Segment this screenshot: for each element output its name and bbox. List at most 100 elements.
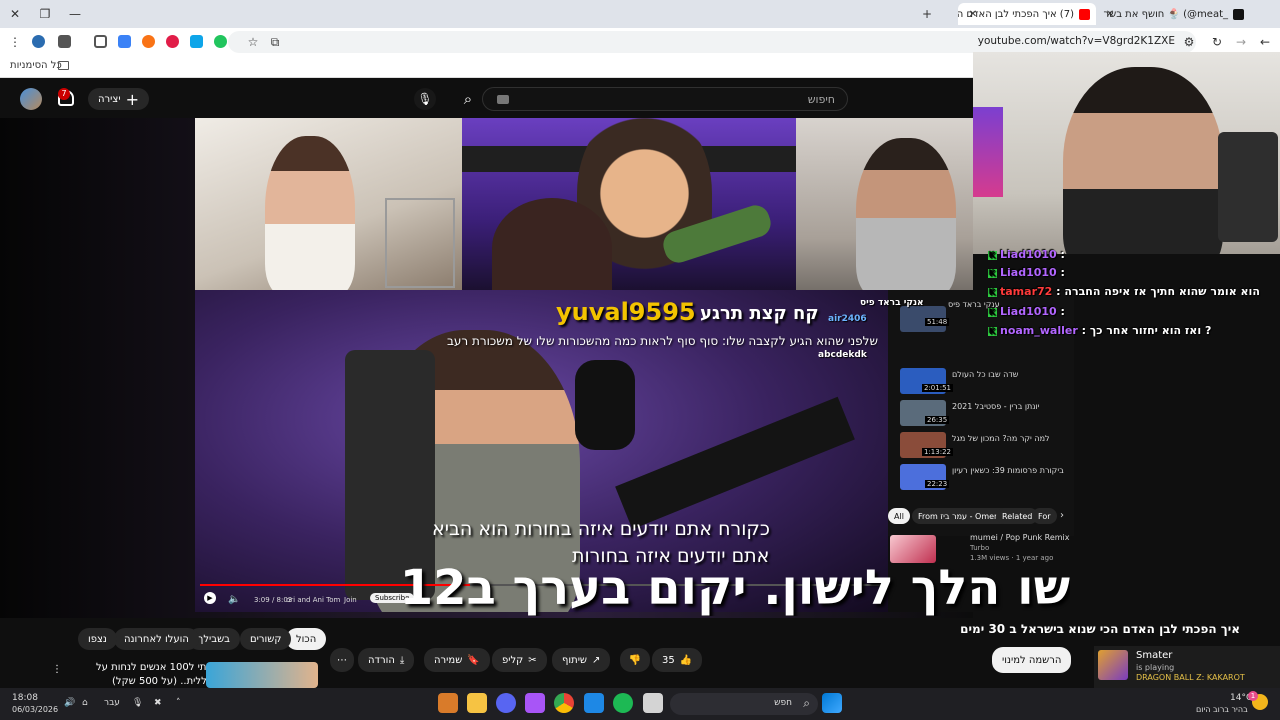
player-join-button[interactable]: Join (344, 596, 357, 604)
avatar[interactable] (20, 88, 42, 110)
tiktok-favicon-icon (1233, 8, 1244, 20)
extension-icon[interactable] (214, 35, 227, 48)
subscribe-button[interactable]: הרשמה למינוי (992, 647, 1072, 673)
site-settings-icon[interactable]: ⚙ (1178, 31, 1200, 53)
share-label: שיתוף (562, 654, 588, 666)
download-button[interactable]: הורדה ⤓ (358, 648, 415, 672)
plus-icon: + (125, 89, 139, 109)
microphone-icon[interactable]: 🎙 (414, 88, 436, 110)
music-channel: Turbo (970, 544, 990, 552)
kick-badge-icon: K (988, 269, 997, 278)
app-icon[interactable] (438, 693, 458, 713)
extension-icon[interactable] (142, 35, 155, 48)
dislike-button[interactable]: 👎 (620, 648, 650, 672)
clock-date[interactable]: 06/03/2026 (12, 705, 58, 714)
player-name: Smater (1136, 650, 1173, 661)
discord-icon[interactable] (496, 693, 516, 713)
caption-line-1: כקורח אתם יודעים איזה בחורות הוא הביא (432, 518, 770, 540)
tab-inactive[interactable]: _meat@) 🍨 חושף את בשר נא (1100, 3, 1250, 25)
extension-icon[interactable] (190, 35, 203, 48)
sidebar-video-title[interactable]: יונתן ברין - פסטיבל 2021 (952, 402, 1039, 411)
minimize-window-icon[interactable]: — (64, 3, 86, 25)
thumbs-up-icon: 👍 (679, 654, 693, 666)
restore-window-icon[interactable]: ❐ (34, 3, 56, 25)
file-explorer-icon[interactable] (467, 693, 487, 713)
share-icon: ↗ (592, 654, 601, 666)
search-input[interactable]: חיפוש (482, 87, 848, 111)
video-duration: 26:35 (925, 416, 950, 424)
forward-icon[interactable]: → (1230, 31, 1252, 53)
sidebar-video-title[interactable]: שדה שבו כל העולם (952, 370, 1018, 379)
kick-badge-icon: K (988, 327, 997, 336)
share-button[interactable]: שיתוף ↗ (552, 648, 611, 672)
inner-chat-text: אנקי בראד פיס (860, 298, 924, 308)
webcam-right (796, 118, 973, 290)
music-title[interactable]: mumei / Pop Punk Remix (970, 533, 1070, 542)
back-icon[interactable]: ← (1254, 31, 1276, 53)
chat-message: K Liad1010 : (988, 248, 1065, 261)
menu-dots-icon[interactable]: ⋮ (4, 31, 26, 53)
new-tab-icon[interactable]: + (916, 3, 938, 25)
video-duration: 22:23 (925, 480, 950, 488)
close-tab-icon[interactable]: ✕ (962, 3, 984, 25)
all-bookmarks-link[interactable]: כל הסימניות (10, 60, 62, 71)
save-button[interactable]: שמירה 🔖 (424, 648, 490, 672)
reload-icon[interactable]: ↻ (1206, 31, 1228, 53)
webcam-streamer (973, 52, 1280, 254)
recommended-thumbnail[interactable] (206, 662, 318, 688)
create-button[interactable]: יצירה + (88, 88, 149, 110)
video-duration: 1:13:22 (922, 448, 953, 456)
sidebar-video-title[interactable]: ביקורת פרסומות 39: כשאין רעיון (952, 466, 1064, 475)
close-tab-icon[interactable]: ✕ (1099, 3, 1121, 25)
chrome-icon[interactable] (554, 693, 574, 713)
volume-icon[interactable]: 🔈 (228, 594, 240, 605)
extension-icon[interactable] (118, 35, 131, 48)
profile-avatar-icon[interactable] (32, 35, 45, 48)
overlay-username: yuval9595 (556, 298, 696, 326)
extensions-icon[interactable] (94, 35, 107, 48)
windows-start-icon[interactable] (822, 693, 842, 713)
app-icon[interactable] (643, 693, 663, 713)
spotify-icon[interactable] (613, 693, 633, 713)
play-icon[interactable]: ▶ (204, 592, 216, 604)
taskbar (0, 688, 1280, 720)
filter-chip-watched[interactable]: נצפו (78, 628, 117, 650)
mic-icon[interactable]: 🎙 (132, 698, 143, 708)
recommended-title[interactable]: גרמתי ל100 אנשים לנחות על (96, 662, 223, 673)
mute-icon[interactable]: ✖ (154, 698, 162, 708)
filter-chip-related[interactable]: קשורים (240, 628, 292, 650)
extension-icon[interactable] (166, 35, 179, 48)
network-icon[interactable]: ⌂ (82, 698, 88, 708)
more-actions-button[interactable]: ⋯ (330, 648, 354, 672)
search-icon[interactable]: ⌕ (454, 88, 482, 110)
sidebar-tab-all[interactable]: All (888, 508, 910, 524)
kick-badge-icon: K (988, 288, 997, 297)
chevron-up-icon[interactable]: ˄ (176, 698, 181, 708)
game-cover (1098, 650, 1128, 680)
clip-button[interactable]: קליפ ✂ (492, 648, 547, 672)
install-app-icon[interactable]: ⧉ (264, 31, 286, 53)
apps-grid-icon[interactable] (584, 693, 604, 713)
filter-chip-recent[interactable]: הועלו לאחרונה (114, 628, 199, 650)
sidebar-tab-for[interactable]: For (1032, 508, 1057, 524)
filter-chip-all[interactable]: הכול (286, 628, 327, 650)
keyboard-icon[interactable] (497, 95, 509, 104)
notification-badge: 7 (58, 88, 70, 100)
sidebar-video-title[interactable]: למה יקר מה? המכון של מגל (952, 434, 1050, 443)
language-indicator[interactable]: עבר (104, 698, 120, 708)
bookmark-star-icon[interactable]: ☆ (242, 31, 264, 53)
taskbar-search-input[interactable]: חפש ⌕ (670, 693, 818, 715)
close-window-icon[interactable]: ✕ (4, 3, 26, 25)
video-title: איך הפכתי לבן האדם הכי שנוא בישראל ב 30 … (960, 622, 1240, 636)
more-options-icon[interactable]: ⋮ (52, 664, 62, 675)
chevron-right-icon[interactable]: › (1060, 510, 1064, 521)
like-button[interactable]: 35 👍 (652, 648, 703, 672)
app-icon[interactable] (525, 693, 545, 713)
recommended-subtitle: החללית.. (על 500 שקל) (112, 676, 220, 687)
speaker-icon[interactable]: 🔊 (64, 698, 75, 708)
chat-message: K Liad1010 : (988, 305, 1065, 318)
bookmark-icon: 🔖 (467, 654, 480, 666)
playlist-icon[interactable] (58, 35, 71, 48)
overlay-big-bottom-text: שו הלך לישון. יקום בערך ב12 (399, 560, 1070, 616)
clock-time[interactable]: 18:08 (12, 693, 38, 703)
